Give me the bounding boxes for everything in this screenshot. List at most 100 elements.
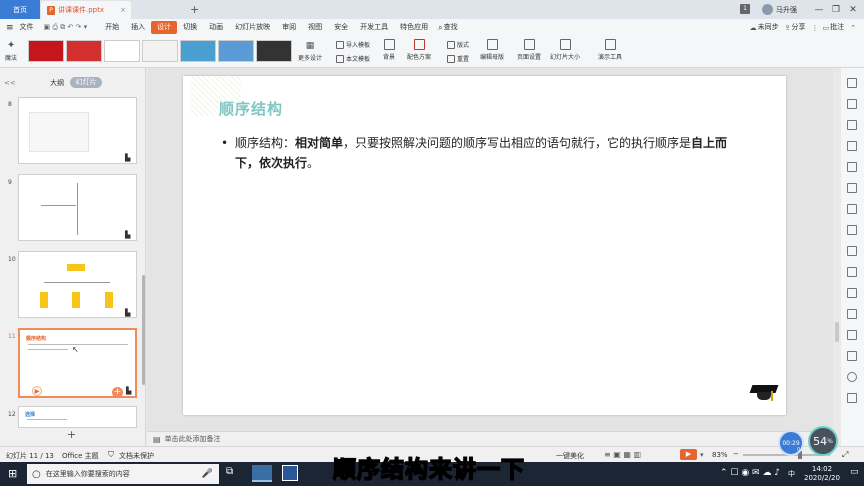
menu-slideshow[interactable]: 幻灯片放映 xyxy=(229,21,276,34)
taskbar-search[interactable]: ○ 在这里输入你要搜索的内容 🎤 xyxy=(27,464,219,484)
notification-icon[interactable]: ▭ xyxy=(850,467,859,477)
menu-design[interactable]: 设计 xyxy=(151,21,178,34)
template-thumb-4[interactable] xyxy=(142,40,178,62)
menu-features[interactable]: 特色应用 xyxy=(394,21,434,34)
import-template-button[interactable]: 导入模板 xyxy=(336,40,370,49)
slide-title[interactable]: 顺序结构 xyxy=(219,98,283,119)
play-icon[interactable]: ▶ xyxy=(32,386,42,396)
more-icon[interactable]: ⋮ xyxy=(812,24,819,32)
canvas-scrollbar[interactable] xyxy=(835,322,839,342)
present-tools-button[interactable]: 演示工具 xyxy=(598,39,622,61)
cloud-sync-icon[interactable]: ☁ xyxy=(750,24,757,32)
tab-outline[interactable]: 大纲 xyxy=(50,78,64,88)
taskbar-app-2[interactable] xyxy=(282,465,298,481)
fit-window-icon[interactable]: ⤢ xyxy=(842,450,848,460)
collapse-sidebar-icon[interactable]: << xyxy=(4,79,16,87)
template-thumb-6[interactable] xyxy=(218,40,254,62)
tab-document[interactable]: P 讲课课件.pptx × xyxy=(41,1,131,19)
page-setup-button[interactable]: 页面设置 xyxy=(517,39,541,61)
theme-name[interactable]: Office 主题 xyxy=(62,451,99,461)
tab-slides[interactable]: 幻灯片 xyxy=(70,77,102,88)
hamburger-icon[interactable]: ≡ xyxy=(6,23,14,33)
minimize-button[interactable]: — xyxy=(812,3,826,16)
template-icon[interactable] xyxy=(847,309,857,319)
background-button[interactable]: 背景 xyxy=(383,39,395,61)
taskbar-app-wps[interactable] xyxy=(252,465,272,482)
template-thumb-5[interactable] xyxy=(180,40,216,62)
tab-home[interactable]: 首页 xyxy=(0,0,40,19)
style-icon[interactable] xyxy=(847,120,857,130)
add-slide-button[interactable]: + xyxy=(67,428,76,441)
menu-review[interactable]: 审阅 xyxy=(276,21,302,34)
document-icon[interactable] xyxy=(847,267,857,277)
template-thumb-3[interactable] xyxy=(104,40,140,62)
menu-file[interactable]: 文件 xyxy=(14,21,40,34)
window-count-badge[interactable]: 1 xyxy=(740,4,750,14)
menu-animation[interactable]: 动画 xyxy=(203,21,229,34)
format-icon[interactable] xyxy=(847,141,857,151)
more-design-button[interactable]: ▦ 更多设计 xyxy=(298,41,322,62)
notes-pane[interactable]: ▤ 单击此处添加备注 xyxy=(147,431,833,446)
avatar[interactable] xyxy=(762,4,773,15)
quick-access-icons[interactable]: ▣ ⎙ ⧉ ↶ ↷ ▾ xyxy=(44,23,88,32)
menu-search[interactable]: 查找 xyxy=(443,21,464,34)
slide-thumb-12[interactable]: 选择 xyxy=(18,406,137,428)
zoom-level[interactable]: 83% xyxy=(712,451,728,459)
color-scheme-button[interactable]: 配色方案 xyxy=(407,39,431,61)
reset-button[interactable]: 重置 xyxy=(447,54,469,63)
share-icon[interactable]: ⇪ xyxy=(785,24,791,32)
close-button[interactable]: ✕ xyxy=(846,3,860,16)
menu-security[interactable]: 安全 xyxy=(328,21,354,34)
search-icon[interactable]: ⌕ xyxy=(438,23,442,33)
menu-start[interactable]: 开始 xyxy=(99,21,125,34)
table-icon[interactable] xyxy=(847,162,857,172)
sidebar-scrollbar[interactable] xyxy=(142,275,145,385)
view-mode-icons[interactable]: ≡ ▣ ▦ ▥ xyxy=(604,450,641,459)
comment-button[interactable]: 批注 xyxy=(829,21,850,34)
magic-button[interactable]: ✦ 魔法 xyxy=(5,40,17,62)
taskbar-clock[interactable]: 14:02 2020/2/20 xyxy=(804,465,840,483)
chevron-down-icon[interactable]: ▾ xyxy=(700,451,704,459)
menu-insert[interactable]: 插入 xyxy=(125,21,151,34)
help-icon[interactable] xyxy=(847,372,857,382)
chart-icon[interactable] xyxy=(847,246,857,256)
new-tab-button[interactable]: + xyxy=(190,3,199,16)
template-thumb-1[interactable] xyxy=(28,40,64,62)
template-thumb-2[interactable] xyxy=(66,40,102,62)
task-view-icon[interactable]: ⧉ xyxy=(226,466,233,477)
text-template-button[interactable]: 本文模板 xyxy=(336,54,370,63)
protection-status[interactable]: 文档未保护 xyxy=(119,451,154,461)
add-slide-icon[interactable]: + xyxy=(112,387,123,398)
comment-icon[interactable]: ▭ xyxy=(823,24,830,32)
settings-icon[interactable] xyxy=(847,393,857,403)
animation-icon[interactable] xyxy=(847,225,857,235)
zoom-out-button[interactable]: − xyxy=(733,450,739,458)
close-tab-icon[interactable]: × xyxy=(120,6,126,14)
share-panel-icon[interactable] xyxy=(847,330,857,340)
user-name[interactable]: 马升强 xyxy=(776,5,797,15)
ime-language[interactable]: 中 xyxy=(788,469,795,479)
slide-thumb-11-selected[interactable]: 顺序结构 ↖ ▶ + ▙ xyxy=(18,328,137,398)
chevron-up-icon[interactable]: ⌃ xyxy=(850,24,856,32)
select-icon[interactable] xyxy=(847,78,857,88)
beautify-button[interactable]: 一键美化 xyxy=(556,451,584,461)
slide-thumb-10[interactable]: ▙ xyxy=(18,251,137,318)
slide-body-text[interactable]: • 顺序结构：相对简单，只要按照解决问题的顺序写出相应的语句就行，它的执行顺序是… xyxy=(221,133,751,173)
slide-size-button[interactable]: 幻灯片大小 xyxy=(550,39,580,61)
restore-button[interactable]: ❐ xyxy=(829,3,843,16)
menu-developer[interactable]: 开发工具 xyxy=(354,21,394,34)
image-icon[interactable] xyxy=(847,204,857,214)
layout-button[interactable]: 版式 xyxy=(447,40,469,49)
zoom-slider[interactable] xyxy=(743,454,823,456)
menu-view[interactable]: 视图 xyxy=(302,21,328,34)
slide-thumb-8[interactable]: ▙ xyxy=(18,97,137,164)
microphone-icon[interactable]: 🎤 xyxy=(202,469,213,479)
play-slideshow-button[interactable]: ▶ xyxy=(680,449,697,460)
export-icon[interactable] xyxy=(847,288,857,298)
template-thumb-7[interactable] xyxy=(256,40,292,62)
share-button[interactable]: 分享 xyxy=(791,21,812,34)
windows-start-icon[interactable]: ⊞ xyxy=(8,467,17,480)
menu-transition[interactable]: 切换 xyxy=(177,21,203,34)
screen-icon[interactable] xyxy=(847,351,857,361)
shape-icon[interactable] xyxy=(847,99,857,109)
